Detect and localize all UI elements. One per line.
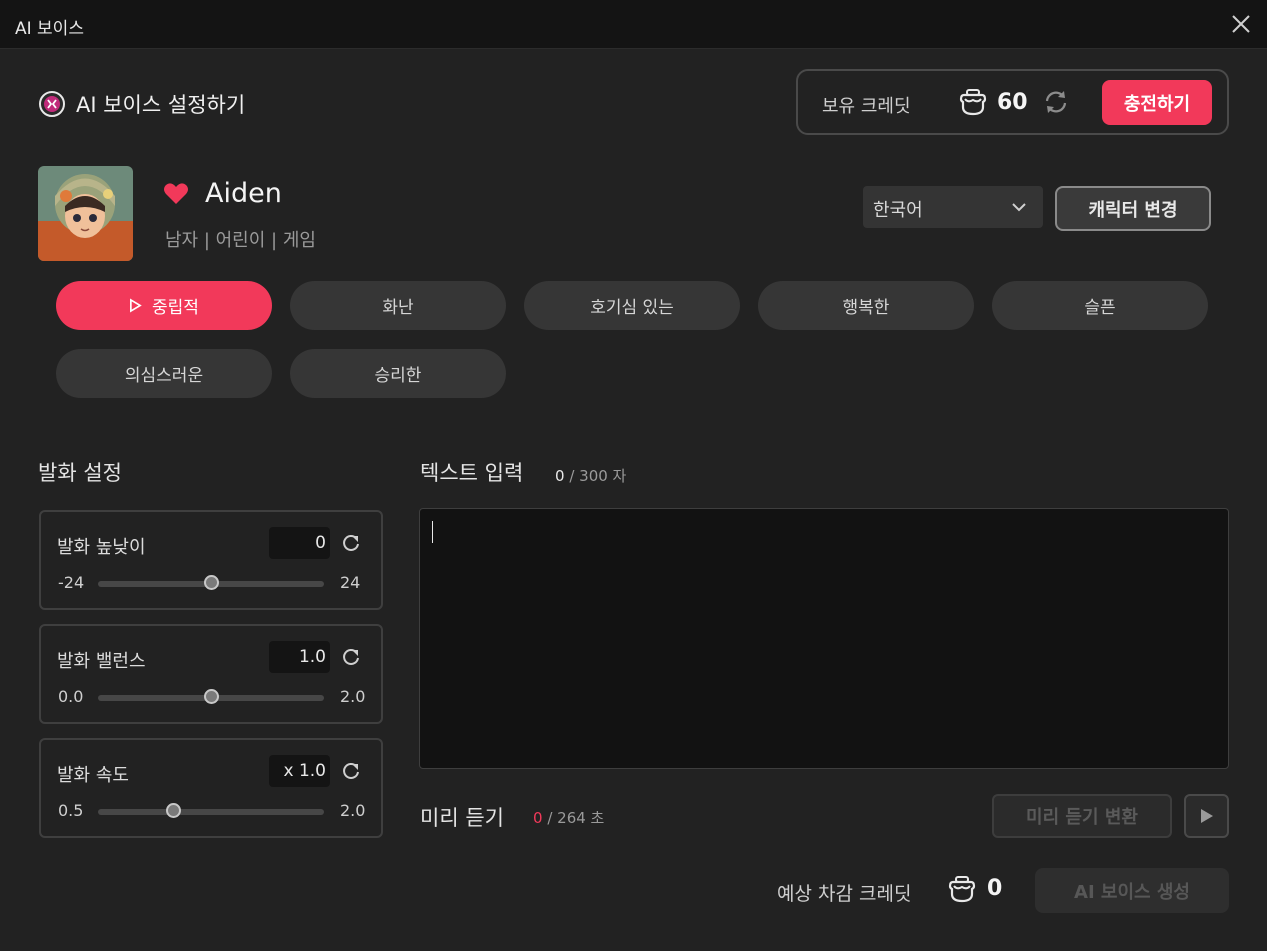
param-max: 2.0 <box>340 687 366 706</box>
pitch-control: 발화 높낮이 -24 24 <box>39 510 383 610</box>
text-char-limit: / 300 자 <box>569 467 627 485</box>
param-max: 2.0 <box>340 801 366 820</box>
param-name: 발화 높낮이 <box>57 537 146 558</box>
emotion-label: 의심스러운 <box>124 366 204 386</box>
text-input-area[interactable] <box>419 508 1229 769</box>
speed-control: 발화 속도 0.5 2.0 <box>39 738 383 838</box>
title-bar: AI 보이스 <box>0 0 1267 49</box>
balance-value-input[interactable] <box>269 641 330 673</box>
settings-heading: AI 보이스 설정하기 <box>38 89 245 119</box>
emotion-label: 슬픈 <box>1084 298 1116 318</box>
text-char-count: 0 <box>555 467 565 485</box>
character-avatar-image <box>38 166 133 261</box>
emotion-chip-angry[interactable]: 화난 <box>290 281 506 330</box>
credit-pot-icon <box>959 89 987 116</box>
estimate-count: 0 <box>987 876 1003 901</box>
param-max: 24 <box>340 573 361 592</box>
play-outline-icon <box>130 298 142 313</box>
emotion-chip-curious[interactable]: 호기심 있는 <box>524 281 740 330</box>
reset-icon[interactable] <box>341 761 361 781</box>
play-icon <box>1201 809 1213 823</box>
credit-panel: 보유 크레딧 60 충전하기 <box>796 69 1229 135</box>
preview-limit: / 264 초 <box>547 809 605 827</box>
emotion-chip-neutral[interactable]: 중립적 <box>56 281 272 330</box>
emotion-chip-suspicious[interactable]: 의심스러운 <box>56 349 272 398</box>
param-name: 발화 속도 <box>57 765 129 786</box>
language-selected: 한국어 <box>873 200 923 221</box>
close-icon[interactable] <box>1228 11 1254 37</box>
preview-counter: 0 / 264 초 <box>533 807 604 828</box>
speed-slider-track[interactable] <box>98 809 324 815</box>
preview-play-button[interactable] <box>1184 794 1229 838</box>
text-input-title: 텍스트 입력 <box>420 461 524 485</box>
character-tags: 남자 | 어린이 | 게임 <box>165 230 316 251</box>
speed-slider-thumb[interactable] <box>165 803 181 818</box>
character-avatar <box>38 166 133 261</box>
credit-label: 보유 크레딧 <box>822 96 911 117</box>
emotion-label: 화난 <box>382 298 414 318</box>
credit-count: 60 <box>997 90 1028 115</box>
emotion-chip-triumphant[interactable]: 승리한 <box>290 349 506 398</box>
refresh-icon[interactable] <box>1042 88 1070 116</box>
emotion-label: 호기심 있는 <box>590 298 674 318</box>
reset-icon[interactable] <box>341 533 361 553</box>
page-title: AI 보이스 설정하기 <box>76 93 246 117</box>
text-caret <box>432 521 433 543</box>
credit-pot-icon <box>948 876 976 903</box>
emotion-label: 중립적 <box>152 298 199 318</box>
ai-voice-logo-icon <box>39 91 65 117</box>
emotion-label: 행복한 <box>842 298 890 318</box>
generate-voice-button[interactable]: AI 보이스 생성 <box>1035 868 1229 913</box>
emotion-chip-sad[interactable]: 슬픈 <box>992 281 1208 330</box>
reset-icon[interactable] <box>341 647 361 667</box>
window-title: AI 보이스 <box>15 19 84 39</box>
preview-title: 미리 듣기 <box>420 806 504 830</box>
language-select[interactable]: 한국어 <box>863 186 1043 228</box>
param-min: 0.5 <box>58 801 84 820</box>
preview-count: 0 <box>533 809 543 827</box>
param-min: -24 <box>58 573 85 592</box>
chevron-down-icon <box>1012 203 1026 212</box>
character-name: Aiden <box>205 178 282 209</box>
param-min: 0.0 <box>58 687 84 706</box>
speed-value-input[interactable] <box>269 755 330 787</box>
speech-settings-title: 발화 설정 <box>38 461 122 485</box>
change-character-button[interactable]: 캐릭터 변경 <box>1055 186 1211 231</box>
balance-control: 발화 밸런스 0.0 2.0 <box>39 624 383 724</box>
pitch-value-input[interactable] <box>269 527 330 559</box>
heart-icon[interactable] <box>163 182 189 206</box>
param-name: 발화 밸런스 <box>57 651 146 672</box>
balance-slider-thumb[interactable] <box>203 689 219 704</box>
text-char-counter: 0 / 300 자 <box>555 465 626 486</box>
preview-convert-button[interactable]: 미리 듣기 변환 <box>992 794 1172 838</box>
pitch-slider-thumb[interactable] <box>203 575 219 590</box>
emotion-chip-happy[interactable]: 행복한 <box>758 281 974 330</box>
charge-button[interactable]: 충전하기 <box>1102 80 1212 125</box>
estimate-label: 예상 차감 크레딧 <box>777 883 912 905</box>
character-name-row: Aiden <box>163 178 282 209</box>
emotion-label: 승리한 <box>374 366 422 386</box>
